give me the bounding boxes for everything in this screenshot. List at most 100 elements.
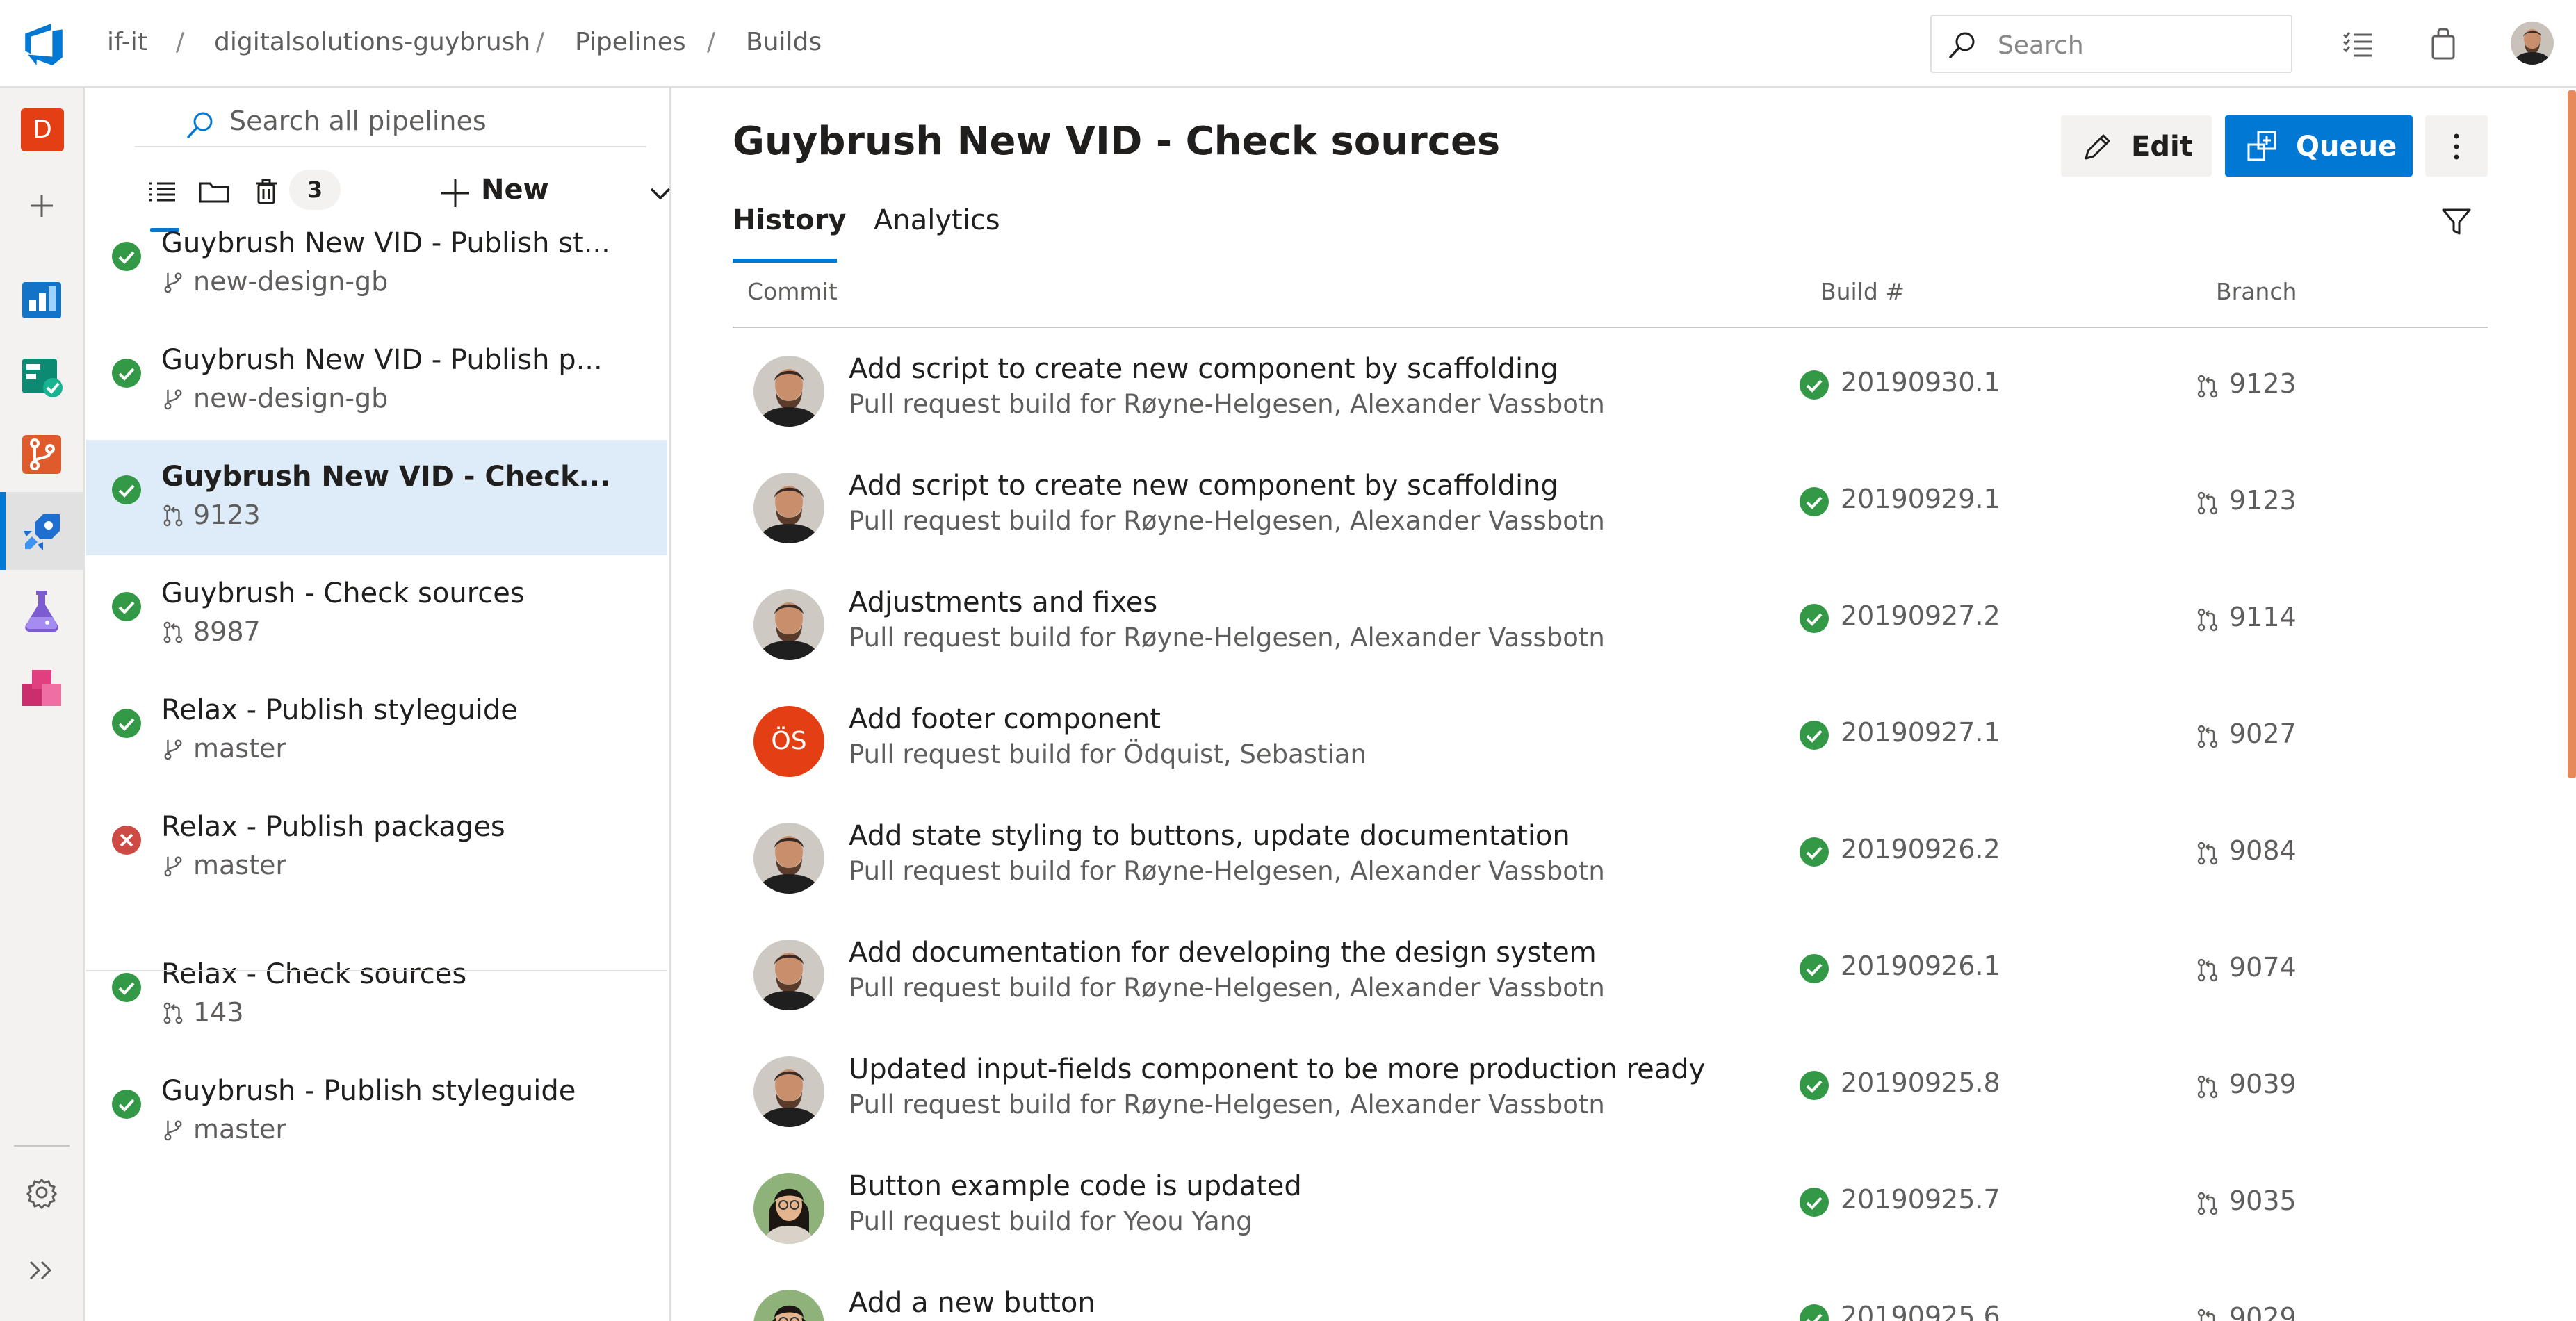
build-row[interactable]: Add script to create new component by sc… <box>733 328 2488 445</box>
double-chevron-right-icon <box>29 1261 52 1280</box>
build-row[interactable]: Button example code is updated Pull reque… <box>733 1145 2488 1262</box>
breadcrumb-org[interactable]: if-it <box>107 28 147 56</box>
pipelines-panel: Search all pipelines 3 New Guybrush New … <box>86 88 671 1321</box>
column-header-branch[interactable]: Branch <box>2216 278 2297 305</box>
pull-request-number[interactable]: 9029 <box>2229 1302 2297 1321</box>
pipeline-item[interactable]: Relax - Publish packages master <box>86 790 667 905</box>
test-flask-icon <box>25 591 58 632</box>
queue-button[interactable]: Queue <box>2225 115 2413 177</box>
success-status-icon <box>1800 954 1829 983</box>
pull-request-number[interactable]: 9035 <box>2229 1185 2297 1216</box>
build-row[interactable]: Add a new button 20190925.6 9029 <box>733 1262 2488 1321</box>
pipeline-item[interactable]: Guybrush - Check sources 8987 <box>86 557 667 672</box>
left-navigation-rail: D <box>0 88 85 1321</box>
branch-icon <box>164 272 182 293</box>
success-status-icon <box>112 1090 141 1119</box>
rail-project-overview[interactable]: D <box>0 88 85 165</box>
pipeline-search-input[interactable]: Search all pipelines <box>135 95 646 147</box>
breadcrumb-section[interactable]: Pipelines <box>575 28 686 56</box>
author-avatar: ÖS <box>753 706 824 777</box>
failed-status-icon <box>112 826 141 855</box>
rail-project-settings[interactable] <box>0 1152 85 1230</box>
pull-request-number[interactable]: 9027 <box>2229 719 2297 749</box>
task-list-icon[interactable] <box>2341 26 2376 61</box>
rail-boards[interactable] <box>0 259 85 336</box>
pull-request-number[interactable]: 9084 <box>2229 835 2297 866</box>
build-row[interactable]: ÖS Add footer component Pull request build… <box>733 678 2488 795</box>
build-reason: Pull request build for Røyne-Helgesen, A… <box>849 623 1605 653</box>
marketplace-bag-icon[interactable] <box>2426 26 2461 61</box>
search-input[interactable]: Search <box>1930 15 2292 73</box>
branch-icon <box>164 739 182 760</box>
success-status-icon <box>112 592 141 621</box>
user-avatar[interactable] <box>2511 22 2554 65</box>
column-header-commit[interactable]: Commit <box>747 278 838 305</box>
rail-artifacts[interactable] <box>0 648 85 725</box>
pipeline-item[interactable]: Guybrush New VID - Publish st... new-desi… <box>86 206 667 322</box>
author-avatar <box>753 589 824 660</box>
breadcrumb-page[interactable]: Builds <box>746 28 822 56</box>
success-status-icon <box>1800 370 1829 400</box>
page-scrollbar[interactable] <box>2568 90 2576 778</box>
pull-request-icon <box>2197 1308 2215 1321</box>
author-avatar <box>753 1056 824 1127</box>
pipeline-branch-label: master <box>193 1114 287 1144</box>
top-bar: if-it / digitalsolutions-guybrush / Pipe… <box>0 0 2576 88</box>
azure-devops-logo[interactable] <box>21 21 67 67</box>
rail-expand-button[interactable] <box>0 1230 85 1308</box>
pull-request-number[interactable]: 9114 <box>2229 602 2297 632</box>
commit-message: Updated input-fields component to be mor… <box>849 1053 1706 1085</box>
commit-message: Add footer component <box>849 703 1161 735</box>
pull-request-number[interactable]: 9123 <box>2229 485 2297 516</box>
pipeline-item[interactable]: Relax - Check sources 143 <box>86 937 667 1053</box>
edit-button-label: Edit <box>2131 131 2193 163</box>
pull-request-number[interactable]: 9039 <box>2229 1069 2297 1099</box>
commit-message: Add state styling to buttons, update doc… <box>849 820 1570 852</box>
breadcrumb-project[interactable]: digitalsolutions-guybrush <box>214 28 530 56</box>
pipelines-icon <box>24 514 60 550</box>
more-actions-button[interactable] <box>2425 115 2488 177</box>
success-status-icon <box>112 709 141 738</box>
rail-test-plans-summary[interactable] <box>0 336 85 414</box>
project-badge: D <box>21 108 64 151</box>
pipeline-branch-label: master <box>193 733 287 764</box>
check-board-icon <box>22 359 63 397</box>
build-row[interactable]: Updated input-fields component to be mor… <box>733 1028 2488 1145</box>
filter-icon[interactable] <box>2439 204 2474 239</box>
pull-request-icon <box>2197 842 2218 865</box>
success-status-icon <box>1800 1071 1829 1100</box>
pipeline-item[interactable]: Relax - Publish styleguide master <box>86 673 667 789</box>
build-row[interactable]: Add documentation for developing the des… <box>733 912 2488 1028</box>
author-avatar <box>753 1290 824 1321</box>
column-header-build[interactable]: Build # <box>1820 278 1905 305</box>
tab-history[interactable]: History <box>733 204 846 236</box>
pipeline-item[interactable]: Guybrush - Publish styleguide master <box>86 1054 667 1170</box>
commit-message: Add a new button <box>849 1287 1095 1319</box>
pull-request-icon <box>2197 1192 2218 1215</box>
pipeline-name: Guybrush - Publish styleguide <box>161 1075 576 1107</box>
commit-message: Adjustments and fixes <box>849 586 1158 618</box>
rail-pipelines[interactable] <box>0 492 85 570</box>
build-row[interactable]: Adjustments and fixes Pull request build … <box>733 561 2488 678</box>
search-icon <box>187 112 213 138</box>
success-status-icon <box>1800 604 1829 633</box>
rail-add-button[interactable] <box>0 165 85 243</box>
pull-request-number[interactable]: 9074 <box>2229 952 2297 983</box>
build-row[interactable]: Add state styling to buttons, update doc… <box>733 795 2488 912</box>
build-number: 20190929.1 <box>1841 484 2000 514</box>
deleted-count-badge: 3 <box>289 170 341 210</box>
panel-divider <box>86 970 667 971</box>
build-reason: Pull request build for Røyne-Helgesen, A… <box>849 506 1605 536</box>
pipeline-item[interactable]: Guybrush New VID - Check... 9123 <box>86 440 667 555</box>
pull-request-number[interactable]: 9123 <box>2229 368 2297 399</box>
success-status-icon <box>112 359 141 388</box>
pipeline-item[interactable]: Guybrush New VID - Publish p... new-desig… <box>86 323 667 438</box>
build-row[interactable]: Add script to create new component by sc… <box>733 445 2488 561</box>
edit-button[interactable]: Edit <box>2061 115 2212 177</box>
pipeline-branch-label: new-design-gb <box>193 383 389 413</box>
pipeline-name: Guybrush New VID - Publish st... <box>161 227 610 259</box>
rail-repos[interactable] <box>0 414 85 492</box>
page-title: Guybrush New VID - Check sources <box>733 119 1501 164</box>
tab-analytics[interactable]: Analytics <box>874 204 1000 236</box>
rail-test-plans[interactable] <box>0 570 85 648</box>
